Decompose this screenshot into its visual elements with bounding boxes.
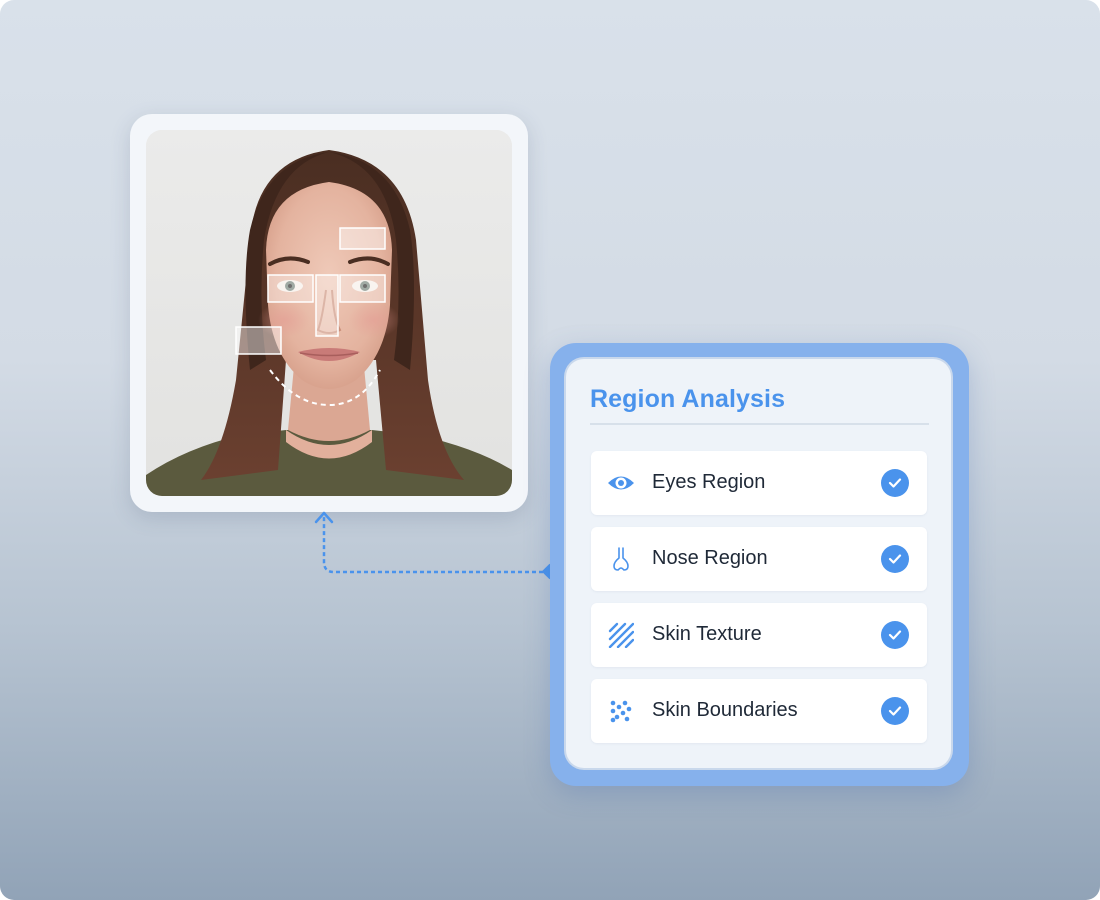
check-icon[interactable] (881, 545, 909, 573)
panel-title: Region Analysis (590, 385, 786, 413)
region-item-label: Skin Texture (652, 623, 762, 645)
region-item-label: Eyes Region (652, 471, 766, 493)
region-item-eyes[interactable]: Eyes Region (591, 451, 927, 515)
region-item-label: Nose Region (652, 547, 768, 569)
divider (590, 423, 929, 425)
region-item-skin-texture[interactable]: Skin Texture (591, 603, 927, 667)
check-icon[interactable] (881, 697, 909, 725)
check-icon[interactable] (881, 469, 909, 497)
region-item-label: Skin Boundaries (652, 699, 798, 721)
region-analysis-panel: Region Analysis Eyes Region Nose Region … (550, 343, 969, 786)
dots-icon (607, 697, 635, 725)
region-list: Eyes Region Nose Region Skin Texture Ski… (591, 451, 927, 755)
nose-icon (607, 545, 635, 573)
check-icon[interactable] (881, 621, 909, 649)
eye-icon (607, 469, 635, 497)
region-item-skin-boundaries[interactable]: Skin Boundaries (591, 679, 927, 743)
canvas: Region Analysis Eyes Region Nose Region … (0, 0, 1100, 900)
region-analysis-card: Region Analysis Eyes Region Nose Region … (566, 359, 951, 768)
region-item-nose[interactable]: Nose Region (591, 527, 927, 591)
texture-icon (607, 621, 635, 649)
